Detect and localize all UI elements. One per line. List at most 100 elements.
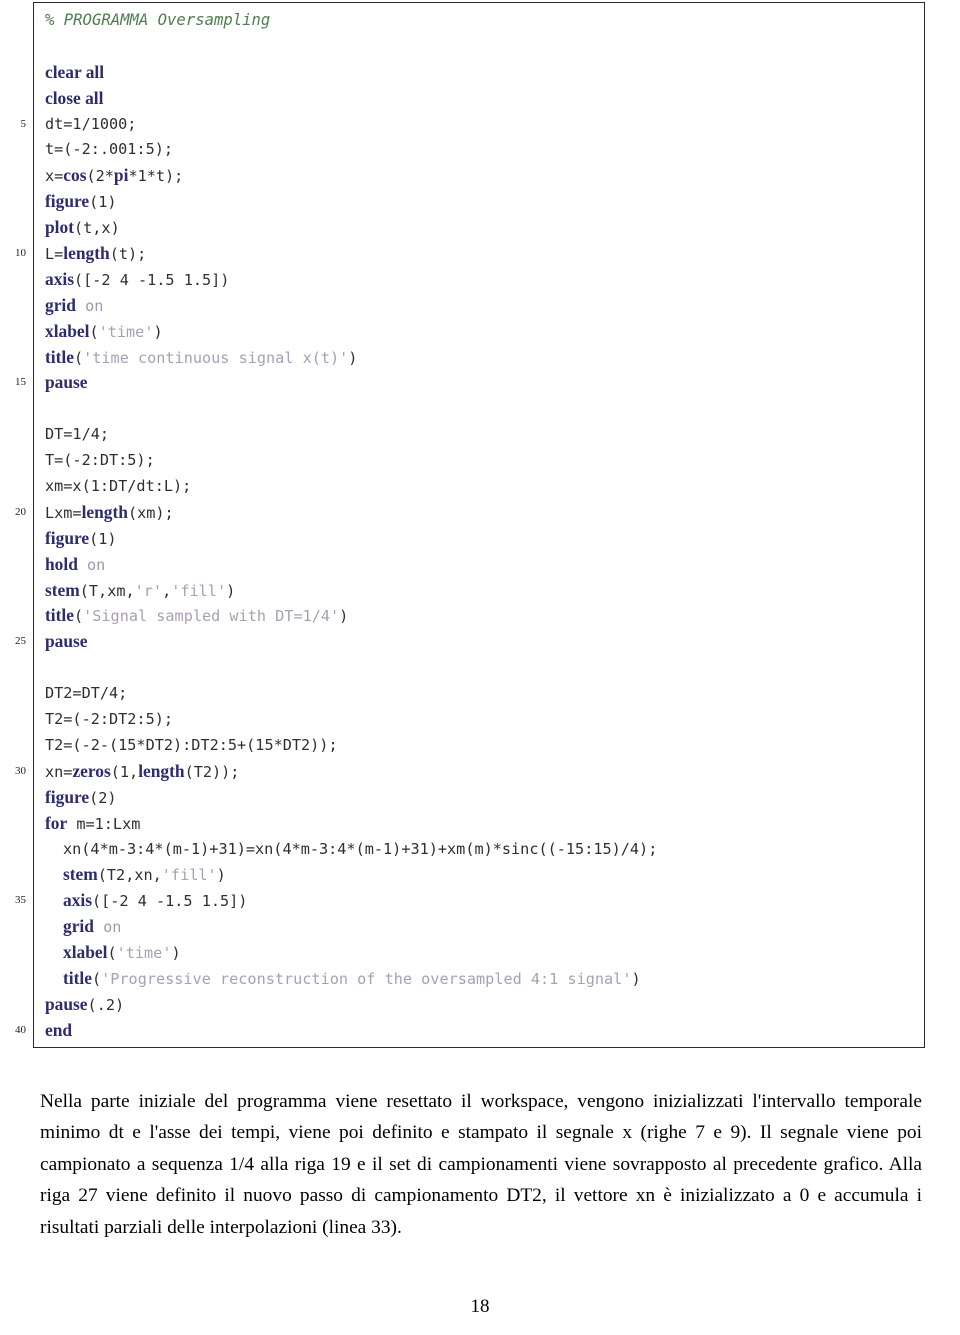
line-number: 10	[15, 247, 26, 260]
code-line-content: for m=1:Lxm	[45, 813, 141, 833]
code-line-content: axis([-2 4 -1.5 1.5])	[45, 269, 230, 289]
code-line-content: pause	[45, 631, 88, 652]
code-token-pl: )	[348, 348, 358, 367]
code-token-pl: )	[216, 866, 226, 885]
code-line: 40 end	[0, 1018, 960, 1044]
code-token-pl: (T2,xn,	[97, 866, 162, 885]
code-token-pl: ([-2 4 -1.5 1.5])	[74, 270, 230, 289]
code-token-kw: axis	[63, 890, 92, 911]
code-token-pl: )	[153, 322, 163, 341]
code-line-content: x=cos(2*pi*1*t);	[45, 165, 184, 186]
code-token-pl: (1)	[89, 193, 117, 212]
code-line-content: figure(2)	[45, 787, 117, 807]
code-token-kw: xlabel	[45, 320, 90, 341]
code-line-content: T2=(-2:DT2:5);	[45, 710, 173, 728]
code-line: T2=(-2-(15*DT2):DT2:5+(15*DT2));	[0, 733, 960, 759]
code-token-kw: xlabel	[63, 942, 108, 963]
code-line: title('time continuous signal x(t)')	[0, 345, 960, 371]
code-token-kw2: on	[77, 555, 106, 574]
code-token-str: 'time'	[116, 944, 172, 963]
code-line: xlabel('time')	[0, 940, 960, 966]
code-token-pl: DT=1/4;	[45, 425, 110, 444]
code-token-pl: (2*	[86, 167, 114, 186]
line-number: 5	[20, 117, 27, 130]
code-token-kw: length	[81, 501, 128, 522]
code-token-kw: grid	[45, 294, 76, 315]
code-token-pl: m=1:Lxm	[67, 814, 141, 833]
code-token-kw: end	[45, 1019, 73, 1040]
code-token-pl: (	[73, 607, 84, 626]
code-token-kw: zeros	[72, 760, 111, 781]
code-token-pl: (2)	[89, 788, 117, 807]
code-line-content: xlabel('time')	[45, 942, 181, 963]
code-line	[0, 34, 960, 60]
code-token-pl: ,	[162, 581, 172, 600]
code-token-pl: (t);	[109, 245, 147, 264]
code-token-pl: t=(-2:.001:5);	[45, 140, 174, 159]
code-line-content: end	[45, 1019, 73, 1040]
code-line-content: grid on	[45, 916, 121, 936]
code-line-content: DT2=DT/4;	[45, 684, 127, 702]
code-token-pl: (1)	[89, 529, 117, 548]
code-token-pl: T=(-2:DT:5);	[45, 451, 155, 470]
line-number: 30	[15, 764, 26, 777]
line-number: 40	[15, 1023, 26, 1036]
code-line: t=(-2:.001:5);	[0, 137, 960, 163]
code-token-pl: (T2));	[184, 762, 240, 781]
code-token-pl: (T,xm,	[79, 581, 135, 600]
code-line-content: pause(.2)	[45, 993, 124, 1014]
code-token-kw: plot	[45, 217, 74, 238]
code-token-pl: )	[631, 969, 641, 988]
code-line-content: xn(4*m-3:4*(m-1)+31)=xn(4*m-3:4*(m-1)+31…	[45, 840, 657, 858]
code-line	[0, 396, 960, 422]
code-line: 25 pause	[0, 629, 960, 655]
code-token-kw: pause	[45, 993, 88, 1014]
code-line-content: title('Signal sampled with DT=1/4')	[45, 605, 348, 626]
code-token-pl: *1*t);	[128, 167, 184, 186]
code-line: 30 xn=zeros(1,length(T2));	[0, 759, 960, 785]
code-line-content: plot(t,x)	[45, 217, 120, 238]
code-token-kw: length	[63, 243, 110, 264]
code-token-str: 'Signal sampled with DT=1/4'	[83, 607, 340, 626]
code-line: grid on	[0, 293, 960, 319]
code-line-content: Lxm=length(xm);	[45, 501, 174, 522]
line-number: 15	[15, 376, 26, 389]
code-line: xn(4*m-3:4*(m-1)+31)=xn(4*m-3:4*(m-1)+31…	[0, 837, 960, 863]
code-line: T2=(-2:DT2:5);	[0, 707, 960, 733]
code-token-kw: length	[138, 760, 185, 781]
code-token-kw: pause	[45, 631, 88, 652]
code-token-str: 'fill'	[171, 581, 227, 600]
line-number: 20	[15, 505, 26, 518]
code-token-str: 'Progressive reconstruction of the overs…	[101, 969, 632, 988]
code-line: axis([-2 4 -1.5 1.5])	[0, 267, 960, 293]
page-number: 18	[470, 1296, 490, 1317]
code-line: 20 Lxm=length(xm);	[0, 500, 960, 526]
code-line: x=cos(2*pi*1*t);	[0, 163, 960, 189]
code-token-kw: title	[63, 967, 92, 988]
code-line: close all	[0, 86, 960, 112]
code-token-str: 'r'	[134, 581, 163, 600]
code-token-pl: L=	[45, 245, 64, 264]
code-line-content: figure(1)	[45, 528, 117, 548]
code-token-kw2: on	[75, 296, 104, 315]
code-token-pl: )	[226, 581, 236, 600]
code-line-content	[45, 399, 54, 417]
code-token-str: 'time'	[98, 322, 154, 341]
code-token-str: 'fill'	[161, 866, 217, 885]
code-line-content	[45, 658, 54, 676]
code-token-kw: title	[45, 346, 74, 367]
code-token-kw: stem	[63, 864, 98, 885]
code-token-pl: Lxm=	[45, 503, 82, 522]
code-line-content: close all	[45, 88, 103, 108]
code-line: figure(2)	[0, 785, 960, 811]
code-token-pl: xm=x(1:DT/dt:L);	[45, 477, 192, 496]
code-line: 5 dt=1/1000;	[0, 112, 960, 138]
code-token-pl: T2=(-2-(15*DT2):DT2:5+(15*DT2));	[45, 735, 338, 754]
code-token-kw: title	[45, 605, 74, 626]
code-line: clear all	[0, 60, 960, 86]
code-line: xm=x(1:DT/dt:L);	[0, 474, 960, 500]
code-line-content: grid on	[45, 294, 104, 315]
code-line-content: stem(T,xm,'r','fill')	[45, 580, 236, 600]
code-token-pl: (	[91, 969, 102, 988]
code-line: hold on	[0, 552, 960, 578]
